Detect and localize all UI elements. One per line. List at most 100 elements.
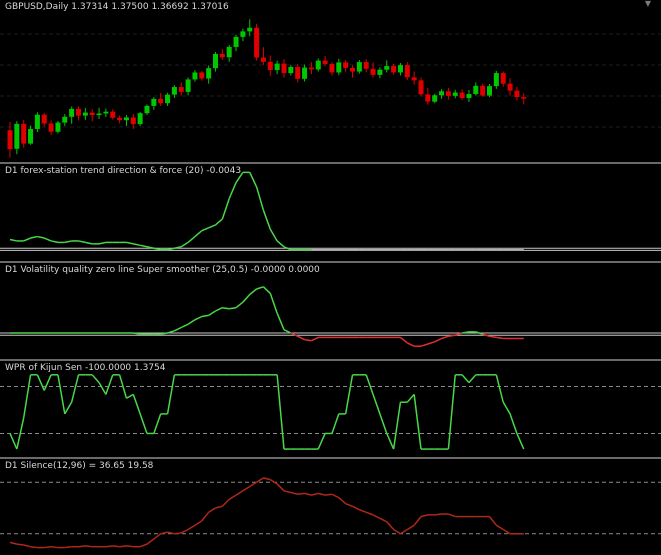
indicator-segment [427,341,435,345]
indicator-segment [98,241,107,245]
indicator-segment [119,545,127,548]
bull-candle [493,73,499,87]
bull-candle [55,122,61,132]
bear-candle [199,72,205,79]
indicator-segment [228,494,237,501]
price-pane[interactable]: GBPUSD,Daily 1.37314 1.37500 1.36692 1.3… [0,0,661,162]
indicator-segment [23,237,31,242]
indicator-segment [201,227,209,232]
indicator-segment [174,326,182,332]
indicator-segment [23,544,31,548]
bull-candle [123,117,129,121]
indicator-segment [166,374,176,415]
bear-candle [480,85,486,96]
bull-candle [185,79,191,92]
wpr-chart [0,374,661,450]
bull-candle [82,112,88,116]
indicator-segment [78,240,86,244]
indicator-segment [262,286,271,294]
bear-candle [363,62,369,69]
indicator-segment [235,490,244,496]
bear-candle [48,123,54,132]
indicator-segment [187,524,196,531]
indicator-segment [495,524,504,531]
bear-candle [281,63,287,74]
indicator-segment [495,374,504,403]
indicator-segment [126,545,134,548]
bull-candle [439,91,445,96]
silence-chart [0,477,661,549]
indicator-segment [297,335,305,341]
bear-candle [514,90,520,98]
indicator-segment [406,524,415,531]
bear-candle [219,53,225,58]
trend-pane[interactable]: D1 forex-station trend direction & force… [0,164,661,261]
bear-candle [254,27,260,58]
indicator-segment [304,338,312,342]
indicator-segment [180,241,189,248]
indicator-segment [91,374,100,384]
indicator-segment [242,294,251,303]
indicator-segment [413,516,422,526]
bull-candle [397,65,403,73]
bear-candle [500,73,506,84]
bear-candle [425,94,431,102]
indicator-segment [496,336,504,340]
indicator-segment [392,402,402,450]
indicator-segment [132,394,141,415]
indicator-segment [311,492,319,496]
indicator-segment [78,545,86,548]
bull-candle [144,105,150,114]
indicator-segment [9,541,18,545]
wpr-pane[interactable]: WPR of Kijun Sen -100.0000 1.3754 [0,361,661,457]
indicator-segment [174,532,182,535]
bear-candle [308,67,314,70]
indicator-segment [317,433,326,450]
volatility-pane[interactable]: D1 Volatility quality zero line Super sm… [0,263,661,359]
indicator-segment [194,315,203,321]
indicator-segment [276,374,285,450]
indicator-segment [386,433,395,450]
indicator-segment [488,516,497,526]
silence-pane[interactable]: D1 Silence(12,96) = 36.65 19.58 [0,459,661,555]
bear-candle [329,63,335,73]
indicator-segment [64,240,72,244]
indicator-segment [447,374,456,450]
indicator-segment [9,433,18,450]
indicator-segment [16,543,24,546]
indicator-segment [229,306,237,310]
bear-candle [41,114,47,124]
indicator-segment [372,514,381,519]
indicator-segment [215,307,223,312]
indicator-segment [146,538,155,545]
indicator-segment [30,545,38,549]
indicator-segment [221,198,230,220]
bull-candle [69,108,75,117]
chart-window[interactable]: GBPUSD,Daily 1.37314 1.37500 1.36692 1.3… [0,0,661,555]
bear-candle [350,67,355,72]
indicator-segment [187,319,196,325]
bear-candle [459,92,465,98]
indicator-segment [9,238,18,242]
bear-candle [507,83,513,91]
triangle-down-icon[interactable]: ▼ [645,0,651,8]
indicator-segment [345,502,353,507]
indicator-segment [201,511,210,522]
bull-candle [213,53,218,69]
bull-candle [103,111,109,114]
bear-candle [260,57,266,62]
bull-candle [432,95,438,102]
indicator-segment [276,483,285,492]
bear-candle [267,61,273,71]
indicator-segment [242,485,251,492]
indicator-segment [468,374,477,384]
indicator-segment [331,413,340,434]
indicator-segment [126,393,134,399]
bull-candle [62,116,68,123]
indicator-segment [406,342,415,347]
indicator-segment [399,336,408,344]
volatility-pane-label: D1 Volatility quality zero line Super sm… [5,265,320,275]
indicator-segment [112,545,120,548]
bear-candle [89,112,95,116]
indicator-segment [51,545,59,549]
